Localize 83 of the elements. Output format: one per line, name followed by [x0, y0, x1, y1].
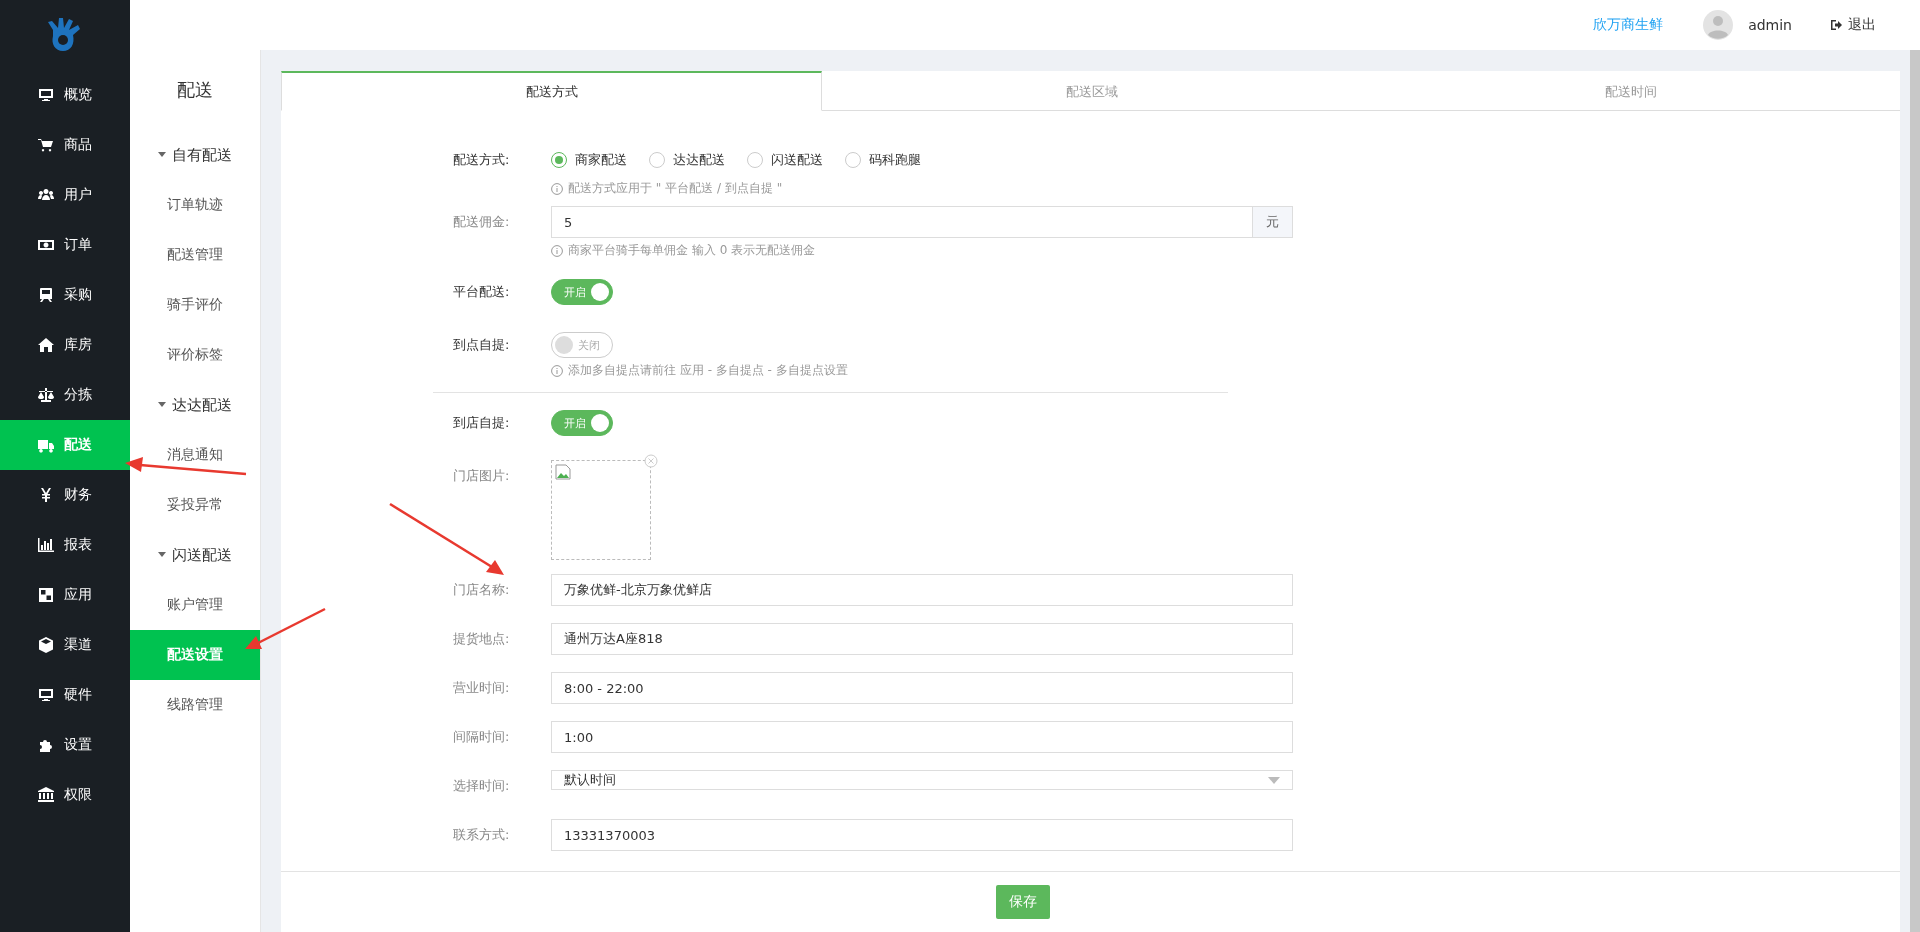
sub-nav-item[interactable]: 妥投异常: [130, 480, 260, 530]
monitor-icon: [38, 687, 54, 703]
text-field[interactable]: 8:00 - 22:00: [551, 672, 1293, 704]
select-field[interactable]: 默认时间: [551, 770, 1293, 790]
monitor-icon: [38, 87, 54, 103]
nav-item[interactable]: 应用: [0, 570, 130, 620]
sub-nav-item[interactable]: 骑手评价: [130, 280, 260, 330]
bank-icon: [38, 787, 54, 803]
grid-icon: [38, 587, 54, 603]
field-label: 门店图片:: [453, 467, 511, 485]
user-name: admin: [1748, 17, 1792, 33]
info-icon: [551, 364, 563, 377]
bar-chart-icon: [38, 537, 54, 553]
unit-addon: 元: [1253, 206, 1293, 238]
nav-item[interactable]: 硬件: [0, 670, 130, 720]
banknote-icon: [38, 237, 54, 253]
yen-icon: [38, 487, 54, 503]
house-icon: [38, 337, 54, 353]
puzzle-icon: [38, 737, 54, 753]
nav-item[interactable]: 设置: [0, 720, 130, 770]
field-label: 平台配送:: [453, 283, 511, 301]
sub-nav-item[interactable]: 账户管理: [130, 580, 260, 630]
field-label: 到点自提:: [453, 336, 511, 354]
radio-option[interactable]: 闪送配送: [747, 151, 823, 169]
logout-icon: [1830, 19, 1842, 31]
field-label: 选择时间:: [453, 777, 511, 795]
truck-icon: [38, 437, 54, 453]
text-field[interactable]: 13331370003: [551, 819, 1293, 851]
nav-item[interactable]: 订单: [0, 220, 130, 270]
group-toggle[interactable]: 达达配送: [130, 380, 260, 430]
field-label: 提货地点:: [453, 630, 511, 648]
text-field[interactable]: 5: [551, 206, 1253, 238]
info-icon: [551, 182, 563, 195]
broken-image-icon: [555, 464, 571, 480]
hint-text: 配送方式应用于 " 平台配送 / 到点自提 ": [551, 180, 1293, 197]
radio-option[interactable]: 码科跑腿: [845, 151, 921, 169]
cart-icon: [38, 137, 54, 153]
nav-item[interactable]: 用户: [0, 170, 130, 220]
sub-nav-item[interactable]: 订单轨迹: [130, 180, 260, 230]
sub-nav-item[interactable]: 配送管理: [130, 230, 260, 280]
hint-text: 商家平台骑手每单佣金 输入 0 表示无配送佣金: [551, 242, 1293, 259]
field-label: 间隔时间:: [453, 728, 511, 746]
text-field[interactable]: 通州万达A座818: [551, 623, 1293, 655]
scrollbar[interactable]: [1910, 50, 1920, 932]
hint-text: 添加多自提点请前往 应用 - 多自提点 - 多自提点设置: [551, 362, 1293, 379]
nav-item[interactable]: 权限: [0, 770, 130, 820]
field-label: 到店自提:: [453, 414, 511, 432]
nav-item[interactable]: 采购: [0, 270, 130, 320]
caret-icon: [158, 152, 166, 158]
field-label: 配送方式:: [453, 151, 511, 169]
text-field[interactable]: 万象优鲜-北京万象优鲜店: [551, 574, 1293, 606]
avatar-icon: [1703, 10, 1734, 40]
group-toggle[interactable]: 闪送配送: [130, 530, 260, 580]
nav-item[interactable]: 库房: [0, 320, 130, 370]
users-icon: [38, 187, 54, 203]
field-label: 门店名称:: [453, 581, 511, 599]
info-icon: [551, 244, 563, 257]
radio-option[interactable]: 达达配送: [649, 151, 725, 169]
sub-sidebar-title: 配送: [176, 78, 214, 102]
tab[interactable]: 配送方式: [281, 71, 822, 111]
scale-icon: [38, 387, 54, 403]
field-label: 营业时间:: [453, 679, 511, 697]
logout-link[interactable]: 退出: [1830, 16, 1876, 34]
nav-item[interactable]: 渠道: [0, 620, 130, 670]
nav-item[interactable]: 分拣: [0, 370, 130, 420]
nav-item[interactable]: 商品: [0, 120, 130, 170]
radio-option[interactable]: 商家配送: [551, 151, 627, 169]
caret-icon: [158, 402, 166, 408]
sub-nav-item[interactable]: 评价标签: [130, 330, 260, 380]
caret-icon: [1268, 776, 1280, 784]
field-label: 联系方式:: [453, 826, 511, 844]
sub-nav-item[interactable]: 消息通知: [130, 430, 260, 480]
text-field[interactable]: 1:00: [551, 721, 1293, 753]
cube-icon: [38, 637, 54, 653]
field-label: 配送佣金:: [453, 213, 511, 231]
nav-item[interactable]: 财务: [0, 470, 130, 520]
bus-icon: [38, 287, 54, 303]
nav-item[interactable]: 概览: [0, 70, 130, 120]
group-toggle[interactable]: 自有配送: [130, 130, 260, 180]
nav-item[interactable]: 报表: [0, 520, 130, 570]
sub-nav-item[interactable]: 线路管理: [130, 680, 260, 730]
caret-icon: [158, 552, 166, 558]
remove-icon[interactable]: [644, 454, 658, 468]
